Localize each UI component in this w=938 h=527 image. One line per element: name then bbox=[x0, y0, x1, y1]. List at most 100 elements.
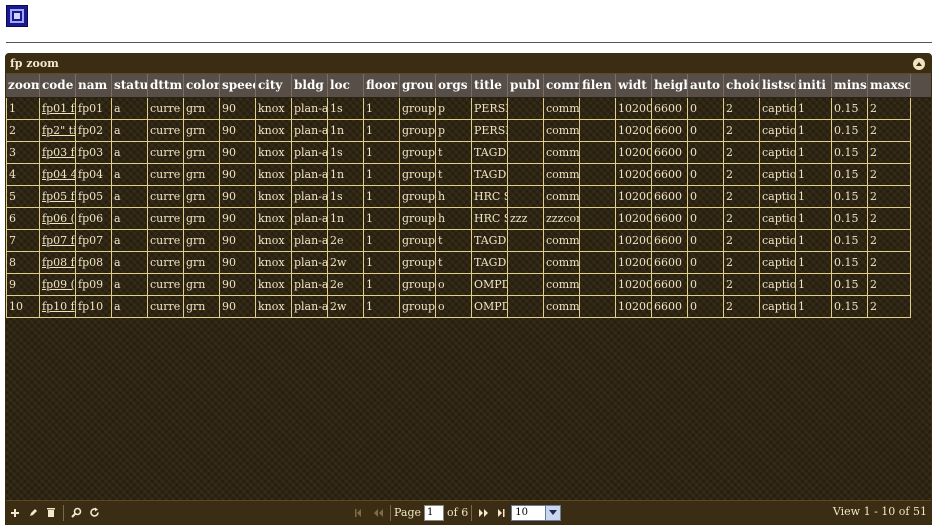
table-cell: a bbox=[112, 296, 148, 318]
table-cell: 2 bbox=[724, 186, 760, 208]
prev-page-button[interactable] bbox=[369, 504, 387, 522]
column-header-choic[interactable]: choic bbox=[724, 74, 760, 97]
table-cell: group bbox=[400, 98, 436, 120]
table-row[interactable]: 9 fp09 (fp09 a curre grn 90 knox plan-a 2e 1 group… bbox=[6, 274, 931, 296]
delete-button[interactable] bbox=[42, 504, 60, 522]
code-link[interactable]: fp06 ( bbox=[40, 208, 76, 230]
table-cell: 90 bbox=[220, 98, 256, 120]
table-cell: 2 bbox=[724, 252, 760, 274]
table-row[interactable]: 8 fp08 f fp08 a curre grn 90 knox plan-a 2w 1 group… bbox=[6, 252, 931, 274]
table-cell: captio bbox=[760, 274, 796, 296]
next-page-button[interactable] bbox=[475, 504, 493, 522]
column-header-loc[interactable]: loc bbox=[328, 74, 364, 97]
page-input[interactable]: 1 bbox=[424, 504, 445, 521]
table-cell: plan-a bbox=[292, 296, 328, 318]
table-row[interactable]: 6 fp06 (fp06 a curre grn 90 knox plan-a 1n 1 group… bbox=[6, 208, 931, 230]
column-header-speed[interactable]: speed bbox=[220, 74, 256, 97]
table-row[interactable]: 1 fp01 f fp01 a curre grn 90 knox plan-a 1s 1 group… bbox=[6, 98, 931, 120]
page-count: of 6 bbox=[447, 506, 469, 519]
rows-per-page-select[interactable]: 10 bbox=[511, 504, 562, 521]
search-button[interactable] bbox=[67, 504, 85, 522]
column-header-auto[interactable]: auto bbox=[688, 74, 724, 97]
column-header-listso[interactable]: listso bbox=[760, 74, 796, 97]
table-cell: 10200 bbox=[616, 230, 652, 252]
column-header-initi[interactable]: initi bbox=[796, 74, 832, 97]
column-header-maxsc[interactable]: maxsc bbox=[868, 74, 911, 97]
refresh-icon bbox=[89, 507, 99, 517]
column-header-heigh[interactable]: heigh bbox=[652, 74, 688, 97]
last-page-button[interactable] bbox=[493, 504, 511, 522]
table-cell: captio bbox=[760, 98, 796, 120]
code-link[interactable]: fp04 4 bbox=[40, 164, 76, 186]
table-cell: 1n bbox=[328, 164, 364, 186]
column-header-mins[interactable]: mins bbox=[832, 74, 868, 97]
table-cell: 8 bbox=[6, 252, 40, 274]
column-header-widt[interactable]: widt bbox=[616, 74, 652, 97]
add-button[interactable] bbox=[6, 504, 24, 522]
column-header-grou[interactable]: grou bbox=[400, 74, 436, 97]
column-header-color[interactable]: color bbox=[184, 74, 220, 97]
table-cell bbox=[508, 252, 544, 274]
table-cell: 0.15 bbox=[832, 252, 868, 274]
table-cell: 2 bbox=[6, 120, 40, 142]
table-cell: 90 bbox=[220, 142, 256, 164]
code-link[interactable]: fp03 f bbox=[40, 142, 76, 164]
table-cell: 90 bbox=[220, 252, 256, 274]
code-link[interactable]: fp10 f bbox=[40, 296, 76, 318]
code-link[interactable]: fp01 f bbox=[40, 98, 76, 120]
table-cell: 2 bbox=[868, 274, 911, 296]
table-cell: grn bbox=[184, 274, 220, 296]
table-cell: 1 bbox=[364, 296, 400, 318]
table-row[interactable]: 3 fp03 f fp03 a curre grn 90 knox plan-a 1s 1 group… bbox=[6, 142, 931, 164]
table-cell: 6600 bbox=[652, 164, 688, 186]
column-header-comr[interactable]: comr bbox=[544, 74, 580, 97]
table-row[interactable]: 7 fp07 f fp07 a curre grn 90 knox plan-a 2e 1 group… bbox=[6, 230, 931, 252]
table-cell: 6 bbox=[6, 208, 40, 230]
table-cell: comm bbox=[544, 296, 580, 318]
column-header-nam[interactable]: nam bbox=[76, 74, 112, 97]
code-link[interactable]: fp05 f bbox=[40, 186, 76, 208]
edit-button[interactable] bbox=[24, 504, 42, 522]
column-header-zoom[interactable]: zoom bbox=[6, 74, 40, 97]
first-page-button[interactable] bbox=[351, 504, 369, 522]
table-row[interactable]: 4 fp04 4 fp04 a curre grn 90 knox plan-a 1n 1 group… bbox=[6, 164, 931, 186]
code-link[interactable]: fp2" ti bbox=[40, 120, 76, 142]
table-cell: comm bbox=[544, 230, 580, 252]
column-header-publ[interactable]: publ bbox=[508, 74, 544, 97]
table-cell: grn bbox=[184, 208, 220, 230]
table-cell: a bbox=[112, 252, 148, 274]
column-header-code[interactable]: code bbox=[40, 74, 76, 97]
code-link[interactable]: fp09 ( bbox=[40, 274, 76, 296]
table-cell: knox bbox=[256, 186, 292, 208]
table-cell: a bbox=[112, 98, 148, 120]
column-header-dttm[interactable]: dttm bbox=[148, 74, 184, 97]
table-cell: t bbox=[436, 164, 472, 186]
table-cell: group bbox=[400, 252, 436, 274]
collapse-icon[interactable] bbox=[913, 58, 925, 70]
column-header-filen[interactable]: filen bbox=[580, 74, 616, 97]
table-cell: knox bbox=[256, 296, 292, 318]
column-header-floor[interactable]: floor bbox=[364, 74, 400, 97]
table-cell: curre bbox=[148, 98, 184, 120]
table-cell bbox=[508, 98, 544, 120]
code-link[interactable]: fp08 f bbox=[40, 252, 76, 274]
column-header-statu[interactable]: statu bbox=[112, 74, 148, 97]
table-cell: TAGD bbox=[472, 142, 508, 164]
refresh-button[interactable] bbox=[85, 504, 103, 522]
column-header-orgs[interactable]: orgs bbox=[436, 74, 472, 97]
code-link[interactable]: fp07 f bbox=[40, 230, 76, 252]
table-cell: 0 bbox=[688, 208, 724, 230]
table-row[interactable]: 2 fp2" ti fp02 a curre grn 90 knox plan-a 1n 1 grou… bbox=[6, 120, 931, 142]
column-header-bldg[interactable]: bldg bbox=[292, 74, 328, 97]
column-header-city[interactable]: city bbox=[256, 74, 292, 97]
table-row[interactable]: 5 fp05 f fp05 a curre grn 90 knox plan-a 1s 1 group… bbox=[6, 186, 931, 208]
column-header-title[interactable]: title bbox=[472, 74, 508, 97]
chevron-down-icon bbox=[545, 505, 561, 520]
grid-body: 1 fp01 f fp01 a curre grn 90 knox plan-a 1s 1 group… bbox=[6, 98, 931, 318]
table-row[interactable]: 10 fp10 f fp10 a curre grn 90 knox plan-a 2w 1 grou… bbox=[6, 296, 931, 318]
pager-separator bbox=[471, 504, 473, 521]
table-cell: plan-a bbox=[292, 230, 328, 252]
table-cell bbox=[580, 274, 616, 296]
table-cell bbox=[580, 296, 616, 318]
table-cell: TAGD bbox=[472, 252, 508, 274]
